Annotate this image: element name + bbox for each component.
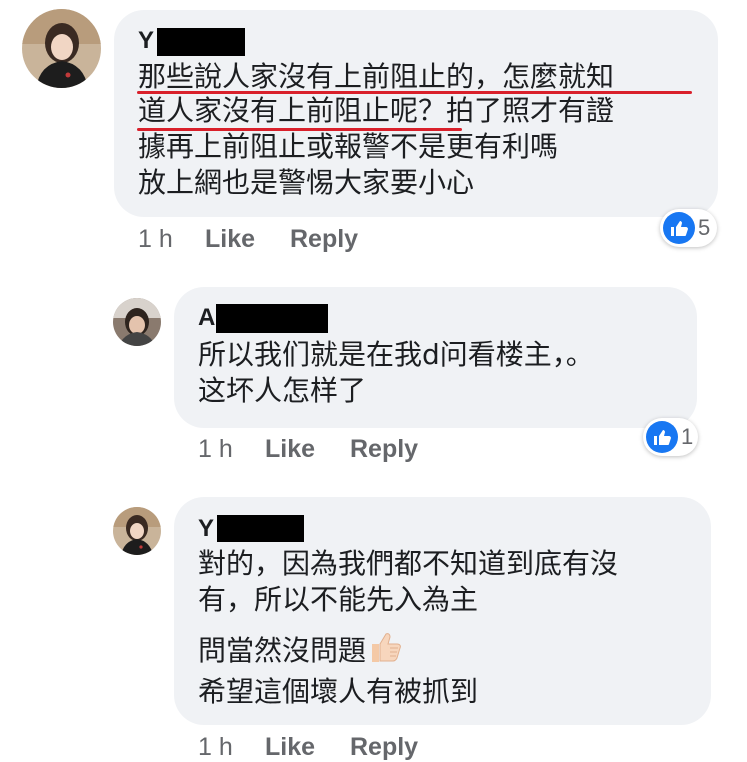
author-initial[interactable]: Y <box>138 27 154 54</box>
comment-actions: 1 h Like Reply <box>138 224 458 254</box>
comment-text-line: 有，所以不能先入為主 <box>198 583 479 616</box>
avatar[interactable] <box>113 507 161 555</box>
like-link[interactable]: Like <box>265 732 315 762</box>
author-initial[interactable]: Y <box>198 515 214 542</box>
redacted-name <box>217 515 304 542</box>
reply-link[interactable]: Reply <box>350 434 418 464</box>
thumbs-up-icon <box>646 421 678 453</box>
red-underline <box>137 91 692 94</box>
redacted-name <box>157 28 245 56</box>
reply-link[interactable]: Reply <box>350 732 418 762</box>
reply-link[interactable]: Reply <box>290 224 358 254</box>
comment-text: 問當然沒問題 <box>198 634 367 667</box>
comment-text-line: 放上網也是警惕大家要小心 <box>138 166 475 199</box>
red-underline <box>137 128 462 131</box>
avatar-image <box>22 9 101 88</box>
timestamp[interactable]: 1 h <box>198 434 233 464</box>
like-link[interactable]: Like <box>205 224 255 254</box>
comment-text-line: 對的，因為我們都不知道到底有沒 <box>198 547 619 580</box>
avatar[interactable] <box>22 9 101 88</box>
avatar[interactable] <box>113 298 161 346</box>
comment-actions: 1 h Like Reply <box>198 434 518 464</box>
avatar-image <box>113 507 161 555</box>
redacted-name <box>216 304 328 333</box>
reaction-badge[interactable]: 1 <box>643 418 698 456</box>
comment-text-line: 所以我们就是在我d问看楼主，。 <box>198 338 594 371</box>
comment-text-line: 道人家沒有上前阻止呢？拍了照才有證 <box>138 94 615 127</box>
reaction-badge[interactable]: 5 <box>660 209 717 247</box>
comment-author[interactable]: A <box>198 304 215 332</box>
timestamp[interactable]: 1 h <box>198 732 233 762</box>
reaction-count: 1 <box>681 424 694 449</box>
thumbs-up-emoji-icon <box>368 630 404 674</box>
author-initial[interactable]: A <box>198 304 215 331</box>
comment-text-line: 問當然沒問題 <box>198 630 404 674</box>
comment-author[interactable]: Y <box>198 515 214 543</box>
timestamp[interactable]: 1 h <box>138 224 173 254</box>
comment-actions: 1 h Like Reply <box>198 732 518 762</box>
comment-text-line: 希望這個壞人有被抓到 <box>198 675 479 708</box>
thumbs-up-icon <box>663 212 695 244</box>
like-link[interactable]: Like <box>265 434 315 464</box>
comment-text-line: 據再上前阻止或報警不是更有利嗎 <box>138 130 559 163</box>
avatar-image <box>113 298 161 346</box>
comment-text-line: 这坏人怎样了 <box>198 374 367 407</box>
reaction-count: 5 <box>698 215 711 240</box>
comment-author[interactable]: Y <box>138 27 154 55</box>
